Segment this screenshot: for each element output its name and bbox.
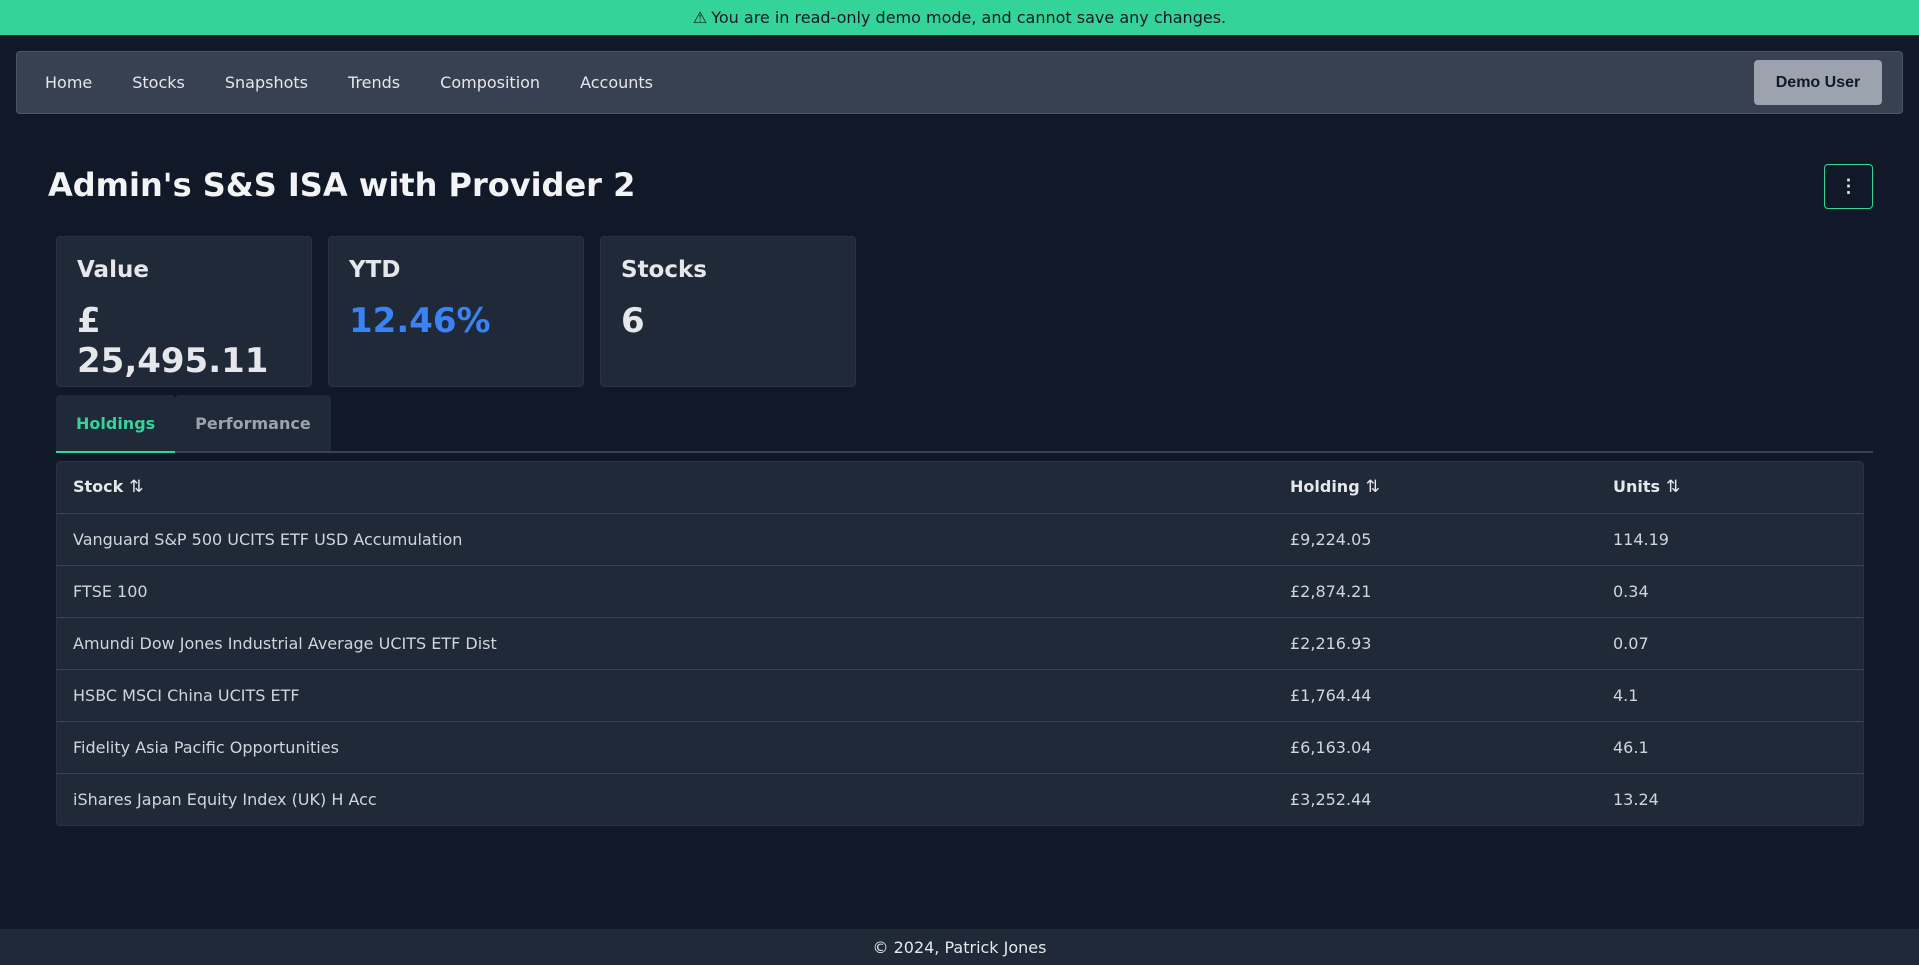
table-row[interactable]: Vanguard S&P 500 UCITS ETF USD Accumulat… [57, 513, 1863, 566]
cell-units: 0.07 [1597, 617, 1863, 670]
stocks-card-value: 6 [621, 301, 645, 341]
account-tabs: Holdings Performance [56, 395, 1873, 453]
table-row[interactable]: FTSE 100 £2,874.21 0.34 [57, 565, 1863, 618]
column-header-label: Stock [73, 477, 124, 497]
stocks-card-label: Stocks [621, 257, 707, 283]
nav-link-composition[interactable]: Composition [440, 73, 540, 92]
demo-user-button[interactable]: Demo User [1754, 60, 1882, 105]
ytd-card-value: 12.46% [349, 301, 491, 341]
cell-stock: Vanguard S&P 500 UCITS ETF USD Accumulat… [57, 513, 1274, 566]
nav-links: Home Stocks Snapshots Trends Composition… [45, 73, 693, 92]
demo-mode-banner: ⚠ You are in read-only demo mode, and ca… [0, 0, 1919, 35]
value-card: Value £ 25,495.11 [56, 236, 312, 387]
cell-units: 0.34 [1597, 565, 1863, 618]
stocks-card: Stocks 6 [600, 236, 856, 387]
table-header-row: Stock ⇅ Holding ⇅ Units ⇅ [57, 462, 1863, 514]
page-footer: © 2024, Patrick Jones [0, 929, 1919, 965]
footer-copyright: © 2024, Patrick Jones [872, 937, 1047, 957]
cell-stock: Amundi Dow Jones Industrial Average UCIT… [57, 617, 1274, 670]
cell-stock: FTSE 100 [57, 565, 1274, 618]
column-header-units[interactable]: Units ⇅ [1597, 462, 1863, 514]
page-title: Admin's S&S ISA with Provider 2 [48, 166, 636, 204]
banner-text: You are in read-only demo mode, and cann… [711, 8, 1227, 27]
holdings-table-container: Stock ⇅ Holding ⇅ Units ⇅ Vanguard S&P 500 … [56, 461, 1864, 826]
kebab-menu-icon: ⋮ [1839, 176, 1858, 196]
cell-units: 114.19 [1597, 513, 1863, 566]
nav-link-home[interactable]: Home [45, 73, 92, 92]
cell-holding: £2,874.21 [1274, 565, 1597, 618]
ytd-card-label: YTD [349, 257, 401, 283]
summary-cards: Value £ 25,495.11 YTD 12.46% Stocks 6 [56, 236, 856, 387]
nav-link-accounts[interactable]: Accounts [580, 73, 653, 92]
holdings-table: Stock ⇅ Holding ⇅ Units ⇅ Vanguard S&P 500 … [57, 462, 1863, 825]
warning-triangle-icon: ⚠ [692, 8, 708, 27]
sort-arrows-icon[interactable]: ⇅ [129, 477, 143, 497]
column-header-holding[interactable]: Holding ⇅ [1274, 462, 1597, 514]
column-header-label: Holding [1290, 477, 1360, 497]
nav-link-stocks[interactable]: Stocks [132, 73, 185, 92]
cell-holding: £1,764.44 [1274, 669, 1597, 722]
value-card-label: Value [77, 257, 149, 283]
top-navbar: Home Stocks Snapshots Trends Composition… [16, 51, 1903, 114]
ytd-card: YTD 12.46% [328, 236, 584, 387]
sort-arrows-icon[interactable]: ⇅ [1666, 477, 1680, 497]
cell-units: 46.1 [1597, 721, 1863, 774]
tab-holdings[interactable]: Holdings [56, 395, 176, 453]
column-header-stock[interactable]: Stock ⇅ [57, 462, 1274, 514]
table-row[interactable]: iShares Japan Equity Index (UK) H Acc £3… [57, 773, 1863, 825]
sort-arrows-icon[interactable]: ⇅ [1366, 477, 1380, 497]
value-card-value: £ 25,495.11 [77, 301, 269, 381]
nav-link-trends[interactable]: Trends [348, 73, 400, 92]
cell-units: 4.1 [1597, 669, 1863, 722]
tab-performance[interactable]: Performance [175, 395, 331, 451]
column-header-label: Units [1613, 477, 1661, 497]
table-row[interactable]: Fidelity Asia Pacific Opportunities £6,1… [57, 721, 1863, 774]
cell-holding: £2,216.93 [1274, 617, 1597, 670]
table-row[interactable]: Amundi Dow Jones Industrial Average UCIT… [57, 617, 1863, 670]
cell-holding: £3,252.44 [1290, 789, 1372, 809]
nav-link-snapshots[interactable]: Snapshots [225, 73, 308, 92]
account-menu-button[interactable]: ⋮ [1824, 164, 1873, 209]
cell-holding: £9,224.05 [1274, 513, 1597, 566]
table-row[interactable]: HSBC MSCI China UCITS ETF £1,764.44 4.1 [57, 669, 1863, 722]
cell-units: 13.24 [1613, 789, 1659, 809]
cell-stock: HSBC MSCI China UCITS ETF [57, 669, 1274, 722]
cell-holding: £6,163.04 [1274, 721, 1597, 774]
cell-stock: iShares Japan Equity Index (UK) H Acc [73, 789, 377, 809]
cell-stock: Fidelity Asia Pacific Opportunities [57, 721, 1274, 774]
